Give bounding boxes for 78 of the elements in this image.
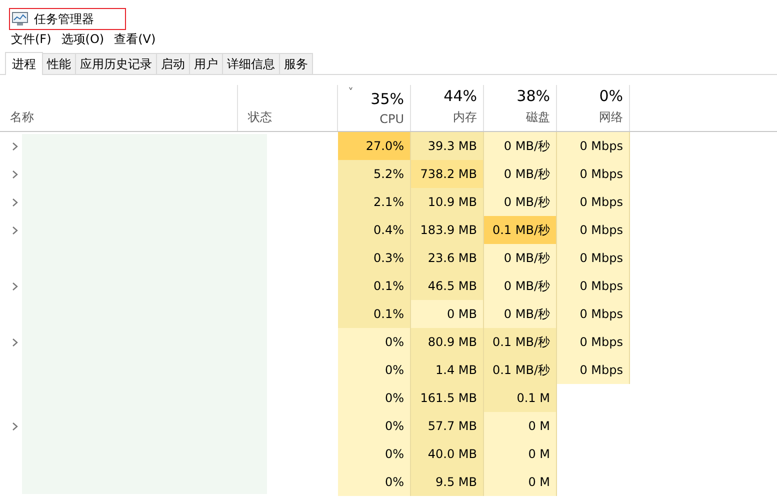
table-cell: 10.9 MB xyxy=(411,188,484,216)
table-cell: 80.9 MB xyxy=(411,328,484,356)
window-title: 任务管理器 xyxy=(34,10,94,28)
tab[interactable]: 用户 xyxy=(189,53,223,74)
table-cell: 161.5 MB xyxy=(411,384,484,412)
table-cell: 1.4 MB xyxy=(411,356,484,384)
table-cell: 0.1% xyxy=(338,300,411,328)
table-cell: 0 Mbps xyxy=(557,300,630,328)
table-cell: 0.4% xyxy=(338,216,411,244)
table-cell: 183.9 MB xyxy=(411,216,484,244)
table-cell: 0 M xyxy=(484,468,557,496)
column-total: 0% xyxy=(599,87,623,105)
table-cell: 0 MB/秒 xyxy=(484,272,557,300)
table-cell: 0% xyxy=(338,468,411,496)
table-cell: 0 Mbps xyxy=(557,356,630,384)
expand-chevron-icon[interactable] xyxy=(12,170,18,178)
menu-item[interactable]: 查看(V) xyxy=(109,30,161,48)
table-cell: 5.2% xyxy=(338,160,411,188)
table-cell: 27.0% xyxy=(338,132,411,160)
table-cell: 0 MB/秒 xyxy=(484,244,557,272)
table-cell: 0 MB/秒 xyxy=(484,160,557,188)
table-cell: 0 Mbps xyxy=(557,216,630,244)
table-cell: 2.1% xyxy=(338,188,411,216)
table-cell: 0 MB/秒 xyxy=(484,300,557,328)
table-cell: 0 Mbps xyxy=(557,244,630,272)
menu-item[interactable]: 文件(F) xyxy=(6,30,56,48)
tab[interactable]: 进程 xyxy=(5,52,43,75)
table-cell: 0% xyxy=(338,412,411,440)
monitor-chart-icon xyxy=(12,12,28,26)
tab[interactable]: 详细信息 xyxy=(222,53,280,74)
table-cell: 0% xyxy=(338,384,411,412)
table-cell: 23.6 MB xyxy=(411,244,484,272)
expand-chevron-icon[interactable] xyxy=(12,422,18,430)
table-cell: 738.2 MB xyxy=(411,160,484,188)
column-total: 44% xyxy=(444,87,477,105)
table-cell: 0% xyxy=(338,440,411,468)
column-header[interactable]: 网络 xyxy=(599,109,623,126)
table-cell: 0 M xyxy=(484,412,557,440)
table-cell: 0 Mbps xyxy=(557,188,630,216)
table-cell: 0 Mbps xyxy=(557,132,630,160)
tab[interactable]: 服务 xyxy=(279,53,313,74)
table-cell: 0.1 M xyxy=(484,384,557,412)
tab[interactable]: 启动 xyxy=(156,53,190,74)
table-cell: 0% xyxy=(338,356,411,384)
sort-caret-icon[interactable]: ˅ xyxy=(348,86,354,99)
table-cell: 0.1% xyxy=(338,272,411,300)
expand-chevron-icon[interactable] xyxy=(12,142,18,150)
table-cell: 0.1 MB/秒 xyxy=(484,328,557,356)
column-total: 38% xyxy=(516,87,550,105)
table-cell: 0.1 MB/秒 xyxy=(484,356,557,384)
menu-item[interactable]: 选项(O) xyxy=(56,30,110,48)
table-cell: 46.5 MB xyxy=(411,272,484,300)
column-header[interactable]: 状态 xyxy=(248,109,331,126)
table-cell: 0 MB/秒 xyxy=(484,188,557,216)
table-cell: 9.5 MB xyxy=(411,468,484,496)
table-cell: 0% xyxy=(338,328,411,356)
expand-chevron-icon[interactable] xyxy=(12,282,18,290)
table-cell: 57.7 MB xyxy=(411,412,484,440)
table-cell: 0 MB/秒 xyxy=(484,132,557,160)
table-cell: 0.1 MB/秒 xyxy=(484,216,557,244)
column-header[interactable]: CPU xyxy=(380,112,404,126)
table-cell: 0 Mbps xyxy=(557,272,630,300)
column-header[interactable]: 内存 xyxy=(453,109,477,126)
table-cell: 40.0 MB xyxy=(411,440,484,468)
table-cell: 0.3% xyxy=(338,244,411,272)
table-cell: 0 Mbps xyxy=(557,160,630,188)
table-cell: 39.3 MB xyxy=(411,132,484,160)
tab[interactable]: 应用历史记录 xyxy=(75,53,157,74)
expand-chevron-icon[interactable] xyxy=(12,226,18,234)
expand-chevron-icon[interactable] xyxy=(12,338,18,346)
tab[interactable]: 性能 xyxy=(42,53,76,74)
column-header[interactable]: 磁盘 xyxy=(526,109,550,126)
column-total: 35% xyxy=(370,90,404,108)
expand-chevron-icon[interactable] xyxy=(12,198,18,206)
table-cell: 0 M xyxy=(484,440,557,468)
table-cell: 0 MB xyxy=(411,300,484,328)
table-cell: 0 Mbps xyxy=(557,328,630,356)
column-header[interactable]: 名称 xyxy=(10,109,231,126)
